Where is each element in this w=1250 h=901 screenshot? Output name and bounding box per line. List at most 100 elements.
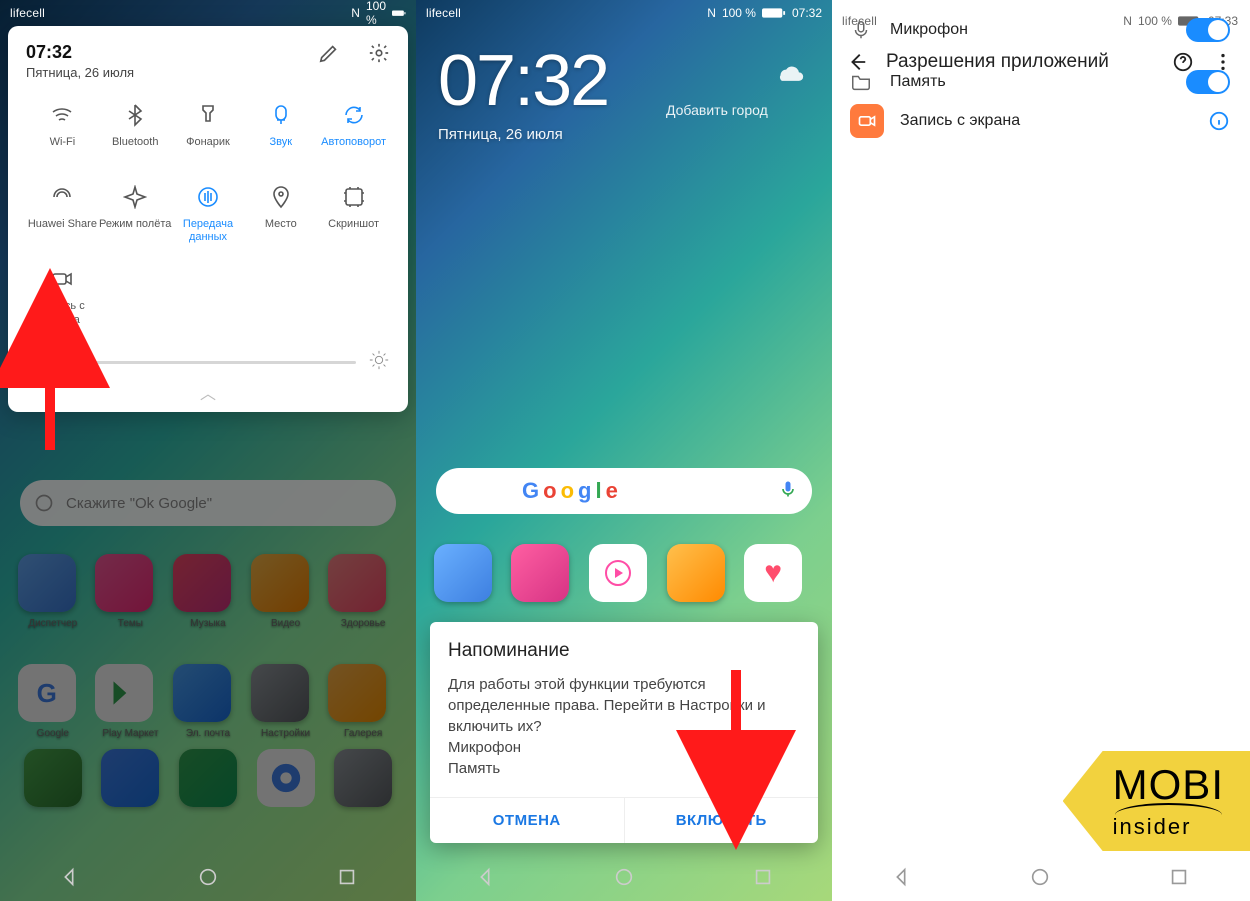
dialog-confirm-button[interactable]: ВКЛЮЧИТЬ [624, 798, 819, 843]
status-bar: lifecell N 100 % [0, 0, 416, 26]
tile-huaweishare[interactable]: Huawei Share [26, 184, 99, 244]
nav-back-icon[interactable] [58, 866, 80, 888]
page-title: Разрешения приложений [886, 51, 1154, 73]
google-icon [34, 493, 54, 513]
watermark-bottom: insider [1113, 817, 1224, 838]
tile-location[interactable]: Место [244, 184, 317, 244]
info-icon[interactable] [1208, 110, 1230, 132]
phone-2-home-dialog: lifecell N 100 % 07:32 07:32 Пятница, 26… [416, 0, 832, 901]
carrier-label: lifecell [10, 6, 45, 20]
nfc-icon: N [707, 6, 716, 20]
app-row-1: Диспетчер Темы Музыка Видео Здоровье [0, 554, 416, 629]
app-icon[interactable] [328, 554, 386, 612]
nav-bar [832, 853, 1248, 901]
help-icon[interactable] [1172, 51, 1194, 73]
app-row: ♥ [416, 544, 832, 602]
gear-icon[interactable] [368, 42, 390, 64]
search-placeholder: Скажите "Ok Google" [66, 495, 212, 512]
dock [0, 749, 416, 839]
brightness-row [26, 349, 390, 376]
dock-messages[interactable] [179, 749, 237, 807]
google-search-pill[interactable]: Скажите "Ok Google" [20, 480, 396, 526]
nfc-icon: N [351, 6, 360, 20]
app-icon[interactable] [173, 554, 231, 612]
nav-home-icon[interactable] [1029, 866, 1051, 888]
battery-label: 100 % [366, 0, 386, 27]
nav-bar [0, 853, 416, 901]
nav-recent-icon[interactable] [336, 866, 358, 888]
app-icon[interactable] [434, 544, 492, 602]
dock-phone[interactable] [24, 749, 82, 807]
nav-back-icon[interactable] [890, 866, 912, 888]
dialog-body: Для работы этой функции требуются опреде… [448, 674, 800, 779]
qs-time: 07:32 [26, 42, 134, 63]
brightness-slider[interactable] [26, 361, 356, 364]
app-icon [850, 104, 884, 138]
dialog-title: Напоминание [448, 640, 800, 662]
dialog-cancel-button[interactable]: ОТМЕНА [430, 798, 624, 843]
tile-screenshot[interactable]: Скриншот [317, 184, 390, 244]
qs-date: Пятница, 26 июля [26, 65, 134, 80]
toggle-storage[interactable] [1186, 70, 1230, 94]
clock-date: Пятница, 26 июля [438, 126, 608, 143]
app-icon[interactable] [18, 554, 76, 612]
tile-sound[interactable]: Звук [244, 102, 317, 162]
status-bar: lifecell N 100 % 07:32 [416, 0, 832, 26]
app-row-2: GGoogle Play Маркет Эл. почта Настройки … [0, 664, 416, 739]
tile-bluetooth[interactable]: Bluetooth [99, 102, 172, 162]
app-icon[interactable] [95, 664, 153, 722]
mic-icon[interactable] [778, 479, 798, 503]
status-time: 07:32 [792, 6, 822, 20]
app-icon[interactable] [173, 664, 231, 722]
edit-icon[interactable] [318, 42, 340, 64]
carrier-label: lifecell [426, 6, 461, 20]
watermark-badge: MOBI insider [1063, 751, 1250, 851]
nav-recent-icon[interactable] [1168, 866, 1190, 888]
battery-label: 100 % [1138, 14, 1172, 28]
nfc-icon: N [1123, 14, 1132, 28]
nav-home-icon[interactable] [197, 866, 219, 888]
phone-1-quick-settings: lifecell N 100 % Скажите "Ok Google" Дис… [0, 0, 416, 901]
toggle-mic[interactable] [1186, 18, 1230, 42]
dock-camera[interactable] [334, 749, 392, 807]
app-icon[interactable] [95, 554, 153, 612]
app-icon[interactable] [667, 544, 725, 602]
weather-icon[interactable] [772, 54, 806, 93]
app-icon[interactable] [251, 664, 309, 722]
nav-recent-icon[interactable] [752, 866, 774, 888]
app-header-row: Запись с экрана [832, 94, 1248, 148]
google-logo-icon: Google [522, 478, 618, 504]
app-icon[interactable] [589, 544, 647, 602]
tile-flashlight[interactable]: Фонарик [172, 102, 245, 162]
battery-icon [762, 7, 786, 19]
tile-screenrecord[interactable]: Запись с экрана [26, 266, 99, 326]
google-search-pill[interactable]: Google [436, 468, 812, 514]
qs-tile-grid: Wi-Fi Bluetooth Фонарик Звук Автоповорот… [26, 102, 390, 327]
tile-airplane[interactable]: Режим полёта [99, 184, 172, 244]
app-icon[interactable] [251, 554, 309, 612]
quick-settings-panel: 07:32 Пятница, 26 июля Wi-Fi Bluetooth Ф… [8, 26, 408, 412]
clock-time: 07:32 [438, 40, 608, 122]
nav-home-icon[interactable] [613, 866, 635, 888]
app-icon[interactable] [511, 544, 569, 602]
dock-contacts[interactable] [101, 749, 159, 807]
carrier-label: lifecell [842, 14, 877, 28]
tile-wifi[interactable]: Wi-Fi [26, 102, 99, 162]
tile-mobiledata[interactable]: Передача данных [172, 184, 245, 244]
app-name: Запись с экрана [900, 112, 1192, 130]
dock-chrome[interactable] [257, 749, 315, 807]
watermark-top: MOBI [1113, 765, 1224, 805]
brightness-auto-icon[interactable] [368, 349, 390, 376]
clock-widget[interactable]: 07:32 Пятница, 26 июля [438, 40, 608, 143]
battery-icon [392, 10, 406, 16]
tile-autorotate[interactable]: Автоповорот [317, 102, 390, 162]
nav-back-icon[interactable] [474, 866, 496, 888]
back-icon[interactable] [846, 51, 868, 73]
permission-dialog: Напоминание Для работы этой функции треб… [430, 622, 818, 843]
add-city-label[interactable]: Добавить город [666, 102, 768, 118]
chevron-up-icon[interactable]: ︿ [26, 380, 390, 404]
battery-label: 100 % [722, 6, 756, 20]
app-icon[interactable]: ♥ [744, 544, 802, 602]
app-icon[interactable] [328, 664, 386, 722]
app-icon[interactable]: G [18, 664, 76, 722]
